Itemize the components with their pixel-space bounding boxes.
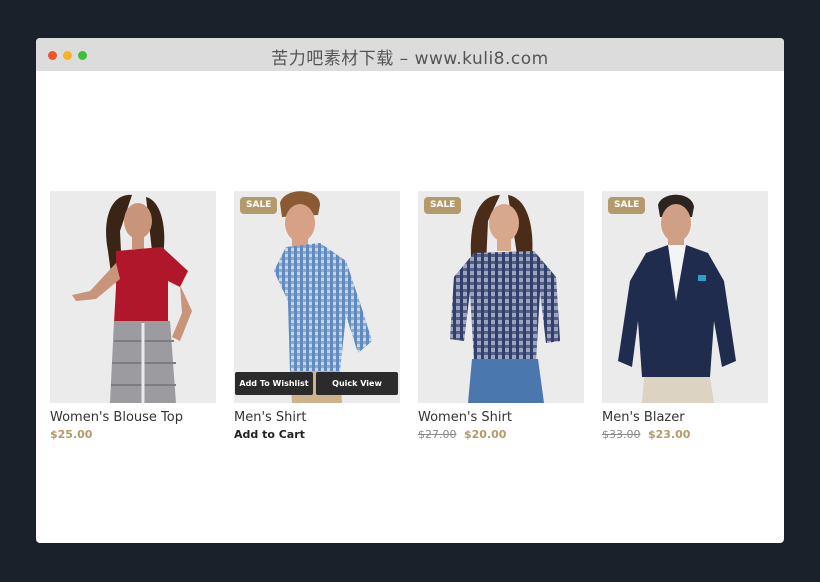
product-image[interactable] — [50, 191, 216, 403]
product-card-mens-blazer[interactable]: SALE Men's Blazer $33.00 $23.00 — [602, 191, 768, 441]
man-navy-blazer-photo — [602, 191, 768, 403]
product-actions: Add To Wishlist Quick View — [234, 372, 400, 395]
add-to-cart-link[interactable]: Add to Cart — [234, 428, 400, 441]
original-price: $27.00 — [418, 428, 457, 441]
sale-price: $20.00 — [464, 428, 507, 441]
product-name[interactable]: Men's Shirt — [234, 410, 400, 425]
price-row: $25.00 — [50, 428, 216, 441]
product-card-womens-blouse[interactable]: Women's Blouse Top $25.00 — [50, 191, 216, 441]
product-image[interactable]: SALE Add To Wishlist Quick View — [234, 191, 400, 403]
product-name[interactable]: Men's Blazer — [602, 410, 768, 425]
product-image[interactable]: SALE — [418, 191, 584, 403]
add-to-wishlist-button[interactable]: Add To Wishlist — [235, 372, 313, 395]
browser-window: 苦力吧素材下载 – www.kuli8.com Women's Blouse T… — [36, 38, 784, 543]
sale-badge: SALE — [240, 197, 278, 214]
woman-plaid-shirt-photo — [418, 191, 584, 403]
window-titlebar: 苦力吧素材下载 – www.kuli8.com — [36, 38, 784, 71]
original-price: $33.00 — [602, 428, 641, 441]
product-card-mens-shirt[interactable]: SALE Add To Wishlist Quick View Men's Sh… — [234, 191, 400, 441]
window-title: 苦力吧素材下载 – www.kuli8.com — [271, 49, 549, 69]
sale-badge: SALE — [424, 197, 462, 214]
product-image[interactable]: SALE — [602, 191, 768, 403]
woman-red-blouse-photo — [50, 191, 216, 403]
product-price: $25.00 — [50, 428, 93, 441]
product-card-womens-shirt[interactable]: SALE Women's Shirt $27.00 $20.00 — [418, 191, 584, 441]
product-name[interactable]: Women's Shirt — [418, 410, 584, 425]
price-row: $33.00 $23.00 — [602, 428, 768, 441]
sale-badge: SALE — [608, 197, 646, 214]
product-name[interactable]: Women's Blouse Top — [50, 410, 216, 425]
price-row: $27.00 $20.00 — [418, 428, 584, 441]
sale-price: $23.00 — [648, 428, 691, 441]
quick-view-button[interactable]: Quick View — [316, 372, 398, 395]
